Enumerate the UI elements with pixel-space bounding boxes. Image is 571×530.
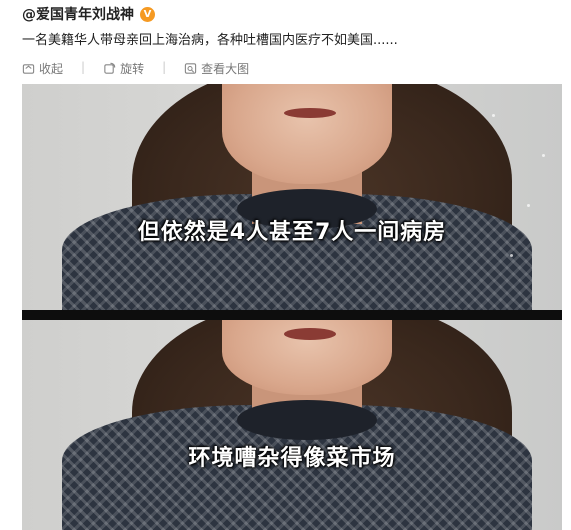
action-separator: | bbox=[81, 60, 86, 74]
collar bbox=[237, 400, 377, 440]
post-image[interactable]: 但依然是4人甚至7人一间病房 环境嘈杂得像菜市场 bbox=[22, 84, 562, 530]
rotate-button[interactable]: 旋转 bbox=[103, 60, 144, 77]
collapse-button[interactable]: 收起 bbox=[22, 60, 63, 77]
image-toolbar: 收起 | 旋转 | 查看大图 bbox=[22, 60, 249, 77]
rotate-icon bbox=[104, 62, 116, 74]
sparkle bbox=[542, 154, 545, 157]
collapse-label: 收起 bbox=[39, 62, 64, 76]
face bbox=[222, 84, 392, 184]
verified-badge-icon: V bbox=[140, 6, 155, 22]
subtitle-1: 但依然是4人甚至7人一间病房 bbox=[137, 220, 447, 245]
view-large-button[interactable]: 查看大图 bbox=[184, 60, 249, 77]
view-large-icon bbox=[184, 63, 197, 74]
video-frame-2: 环境嘈杂得像菜市场 bbox=[22, 320, 562, 530]
collapse-icon bbox=[22, 64, 35, 74]
sparkle bbox=[492, 114, 495, 117]
subtitle-2: 环境嘈杂得像菜市场 bbox=[188, 446, 396, 471]
author-name[interactable]: @爱国青年刘战神 bbox=[22, 4, 134, 24]
rotate-label: 旋转 bbox=[120, 62, 145, 76]
mouth bbox=[284, 108, 336, 118]
view-large-label: 查看大图 bbox=[201, 62, 250, 76]
frame-divider bbox=[22, 310, 562, 320]
post-text: 一名美籍华人带母亲回上海治病，各种吐槽国内医疗不如美国...... bbox=[22, 33, 398, 48]
mouth bbox=[284, 328, 336, 340]
action-separator: | bbox=[162, 60, 167, 74]
sparkle bbox=[510, 254, 513, 257]
video-frame-1: 但依然是4人甚至7人一间病房 bbox=[22, 84, 562, 310]
post-header: @爱国青年刘战神 V bbox=[22, 4, 155, 24]
sparkle bbox=[527, 204, 530, 207]
